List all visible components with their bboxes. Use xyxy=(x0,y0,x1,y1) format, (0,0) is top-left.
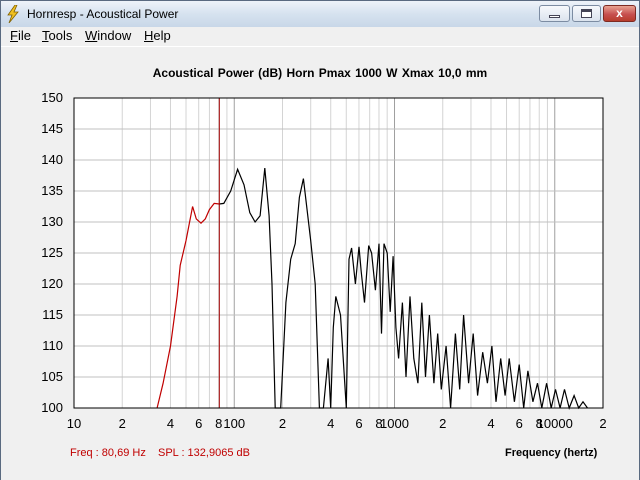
x-tick-label: 100 xyxy=(223,416,245,431)
y-tick-label: 100 xyxy=(41,400,63,415)
maximize-icon xyxy=(581,9,592,18)
app-window: Hornresp - Acoustical Power x File Tools… xyxy=(0,0,640,480)
x-tick-label: 4 xyxy=(327,416,334,431)
menu-bar: File Tools Window Help xyxy=(1,27,639,46)
y-tick-label: 130 xyxy=(41,214,63,229)
y-tick-label: 150 xyxy=(41,90,63,105)
x-tick-label: 2 xyxy=(279,416,286,431)
menu-tools[interactable]: Tools xyxy=(42,28,72,43)
minimize-icon xyxy=(549,15,560,18)
x-tick-label: 2 xyxy=(599,416,606,431)
x-tick-label: 10000 xyxy=(537,416,573,431)
x-tick-label: 8 xyxy=(215,416,222,431)
menu-window[interactable]: Window xyxy=(85,28,131,43)
x-tick-label: 1000 xyxy=(380,416,409,431)
x-tick-label: 6 xyxy=(355,416,362,431)
x-tick-label: 6 xyxy=(195,416,202,431)
x-tick-label: 4 xyxy=(167,416,174,431)
spl-readout: SPL : 132,9065 dB xyxy=(158,447,250,459)
y-tick-label: 110 xyxy=(42,338,63,353)
y-tick-label: 115 xyxy=(42,307,63,322)
y-tick-label: 135 xyxy=(41,183,63,198)
x-tick-label: 2 xyxy=(119,416,126,431)
y-tick-label: 105 xyxy=(41,369,63,384)
menu-file[interactable]: File xyxy=(10,28,31,43)
acoustical-power-chart[interactable]: 15014514013513012512011511010510010 2 4 6 8 1… xyxy=(1,47,639,442)
x-tick-label: 10 xyxy=(67,416,81,431)
title-bar[interactable]: Hornresp - Acoustical Power x xyxy=(1,1,639,28)
app-lightning-icon xyxy=(7,5,19,23)
menu-help[interactable]: Help xyxy=(144,28,171,43)
x-axis-label: Frequency (hertz) xyxy=(505,447,598,459)
y-tick-label: 120 xyxy=(41,276,63,291)
maximize-button[interactable] xyxy=(572,5,601,22)
x-tick-label: 4 xyxy=(487,416,494,431)
x-tick-label: 6 xyxy=(516,416,523,431)
y-tick-label: 145 xyxy=(41,121,63,136)
window-title: Hornresp - Acoustical Power xyxy=(27,7,179,21)
close-icon: x xyxy=(616,6,623,20)
x-tick-label: 2 xyxy=(439,416,446,431)
y-tick-label: 125 xyxy=(41,245,63,260)
minimize-button[interactable] xyxy=(539,5,570,22)
y-tick-label: 140 xyxy=(41,152,63,167)
close-button[interactable]: x xyxy=(603,5,636,22)
freq-readout: Freq : 80,69 Hz xyxy=(70,447,146,459)
plot-area: Acoustical Power (dB) Horn Pmax 1000 W X… xyxy=(1,46,639,480)
